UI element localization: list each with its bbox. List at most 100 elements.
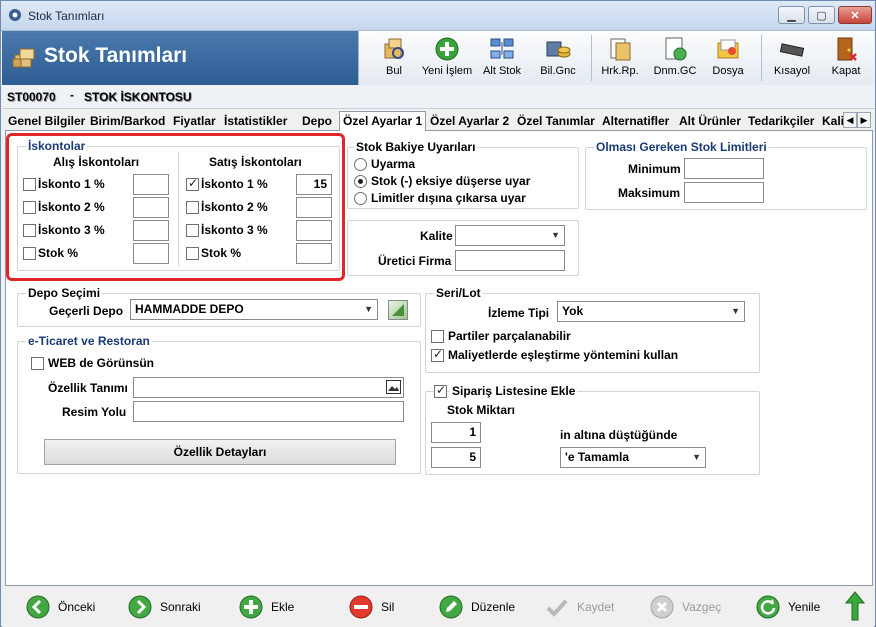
exit-icon (837, 37, 857, 61)
maximum-input[interactable] (684, 182, 764, 203)
tab-scroll-right-button[interactable]: ▶ (857, 112, 871, 128)
edit-icon (439, 595, 463, 619)
current-warehouse-select[interactable]: HAMMADDE DEPO ▼ (130, 299, 378, 320)
warning-option-negative-radio[interactable] (354, 175, 367, 188)
save-icon (546, 599, 568, 617)
stock-quantity-label: Stok Miktarı (447, 403, 516, 417)
add-record-button[interactable]: Ekle (239, 595, 294, 619)
tab-ozel-tanimlar[interactable]: Özel Tanımlar (514, 113, 598, 131)
tab-ozel-ayarlar-1[interactable]: Özel Ayarlar 1 (339, 111, 427, 132)
current-warehouse-label: Geçerli Depo (49, 304, 124, 318)
navigation-bar: Önceki Sonraki Ekle Sil Düzenle Kaydet V… (2, 587, 874, 627)
find-button[interactable]: Bul (379, 31, 409, 85)
highlight-box (6, 133, 345, 281)
movement-report-icon (610, 38, 631, 61)
maximum-label: Maksimum (618, 186, 681, 200)
add-to-order-list-checkbox[interactable] (434, 383, 447, 398)
find-icon (384, 38, 404, 59)
scroll-top-button[interactable] (845, 591, 865, 621)
app-icon (9, 9, 21, 21)
tab-birim-barkod[interactable]: Birim/Barkod (87, 113, 168, 131)
update-info-icon (546, 41, 571, 58)
ecommerce-group: e-Ticaret ve Restoran WEB de Görünsün Öz… (17, 334, 421, 474)
serial-lot-group: Seri/Lot İzleme Tipi Yok ▼ Partiler parça… (425, 286, 760, 373)
cost-matching-checkbox[interactable] (431, 347, 444, 362)
tab-tedarikciler[interactable]: Tedarikçiler (745, 113, 817, 131)
tab-genel-bilgiler[interactable]: Genel Bilgiler (5, 113, 88, 131)
serial-lot-title: Seri/Lot (434, 286, 483, 300)
chevron-down-icon: ▼ (692, 452, 701, 462)
ecommerce-title: e-Ticaret ve Restoran (26, 334, 152, 348)
minimum-label: Minimum (628, 162, 681, 176)
feature-details-button[interactable]: Özellik Detayları (44, 439, 396, 465)
lookup-icon (392, 304, 404, 316)
image-path-input[interactable] (133, 401, 404, 422)
stock-limits-group: Olması Gereken Stok Limitleri Minimum Ma… (585, 140, 867, 210)
warehouse-lookup-button[interactable] (388, 300, 408, 320)
tracking-type-select[interactable]: Yok ▼ (557, 301, 745, 322)
close-button[interactable]: ✕ (838, 6, 872, 24)
save-button[interactable]: Kaydet (545, 595, 614, 619)
maximize-button[interactable]: ▢ (808, 6, 835, 24)
split-batches-checkbox[interactable] (431, 330, 444, 343)
next-icon (128, 595, 152, 619)
complete-quantity-input[interactable]: 5 (431, 447, 481, 468)
stock-limits-title: Olması Gereken Stok Limitleri (594, 140, 769, 154)
complete-select[interactable]: 'e Tamamla ▼ (560, 447, 706, 468)
web-visible-checkbox[interactable] (31, 357, 44, 370)
window-title: Stok Tanımları (28, 9, 105, 23)
previous-button[interactable]: Önceki (26, 595, 95, 619)
delete-button[interactable]: Sil (349, 595, 394, 619)
quality-select[interactable]: ▼ (455, 225, 565, 246)
shortcut-button[interactable]: Kısayol (773, 31, 811, 85)
period-button[interactable]: Dnm.GC (653, 31, 697, 85)
module-title: Stok Tanımları (44, 44, 188, 67)
image-browse-icon[interactable] (386, 380, 401, 394)
tab-depo[interactable]: Depo (299, 113, 335, 131)
sub-stock-icon (490, 38, 514, 59)
warning-option-none-radio[interactable] (354, 158, 367, 171)
toolbar-separator (591, 35, 592, 81)
feature-definition-input[interactable] (133, 377, 404, 398)
cancel-button[interactable]: Vazgeç (650, 595, 721, 619)
record-name: STOK İSKONTOSU (84, 90, 192, 104)
shortcut-icon (779, 43, 805, 57)
stock-module-icon (12, 48, 35, 68)
update-info-button[interactable]: Bil.Gnc (539, 31, 577, 85)
exit-button[interactable]: Kapat (829, 31, 863, 85)
refresh-button[interactable]: Yenile (756, 595, 820, 619)
tab-fiyatlar[interactable]: Fiyatlar (170, 113, 219, 131)
new-transaction-button[interactable]: Yeni İşlem (421, 31, 473, 85)
tab-strip: Genel Bilgiler Birim/Barkod Fiyatlar İst… (5, 111, 873, 132)
toolbar: Bul Yeni İşlem Alt Stok Bil.Gnc Hrk.Rp. … (358, 31, 874, 85)
chevron-down-icon: ▼ (731, 306, 740, 316)
edit-button[interactable]: Düzenle (439, 595, 515, 619)
tab-ozel-ayarlar-2[interactable]: Özel Ayarlar 2 (427, 113, 512, 131)
tab-alternatifler[interactable]: Alternatifler (599, 113, 672, 131)
next-button[interactable]: Sonraki (128, 595, 201, 619)
tab-alt-urunler[interactable]: Alt Ürünler (676, 113, 744, 131)
title-bar: Stok Tanımları ▁ ▢ ✕ (1, 1, 875, 31)
feature-definition-label: Özellik Tanımı (48, 381, 128, 395)
stock-balance-warnings-title: Stok Bakiye Uyarıları (354, 140, 478, 154)
record-code: ST00070 (7, 90, 56, 104)
image-path-label: Resim Yolu (62, 405, 127, 419)
stock-quantity-input[interactable]: 1 (431, 422, 481, 443)
manufacturer-input[interactable] (455, 250, 565, 271)
below-threshold-label: in altına düştüğünde (560, 428, 678, 442)
file-icon (717, 39, 739, 59)
file-button[interactable]: Dosya (711, 31, 745, 85)
tab-scroll-left-button[interactable]: ◀ (843, 112, 857, 128)
cancel-icon (650, 595, 674, 619)
sub-stock-button[interactable]: Alt Stok (481, 31, 523, 85)
minimize-button[interactable]: ▁ (778, 6, 805, 24)
movement-report-button[interactable]: Hrk.Rp. (599, 31, 641, 85)
tab-istatistikler[interactable]: İstatistikler (221, 113, 290, 131)
minimum-input[interactable] (684, 158, 764, 179)
stock-balance-warnings-group: Stok Bakiye Uyarıları Uyarma Stok (-) ek… (347, 140, 579, 209)
period-icon (665, 37, 687, 61)
refresh-icon (756, 595, 780, 619)
chevron-down-icon: ▼ (551, 230, 560, 240)
warning-option-limits-radio[interactable] (354, 192, 367, 205)
record-separator: - (70, 88, 74, 102)
